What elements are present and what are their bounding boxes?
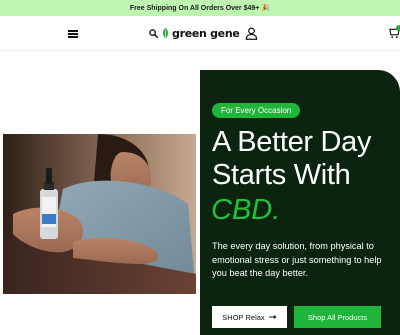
search-icon[interactable] <box>149 28 158 38</box>
hero-headline-accent: CBD. <box>211 194 281 226</box>
shop-all-products-label: Shop All Products <box>307 312 368 322</box>
occasion-badge: For Every Occasion <box>212 103 301 118</box>
account-icon[interactable] <box>245 27 258 40</box>
hero-image <box>3 134 196 294</box>
promo-text: Free Shipping On All Orders Over $49+ <box>129 4 260 12</box>
site-logo[interactable]: green gene <box>149 25 240 41</box>
shop-relax-button[interactable]: SHOP Relax <box>212 306 287 328</box>
promo-bar: Free Shipping On All Orders Over $49+ 🎉 <box>0 0 400 16</box>
shop-all-products-button[interactable]: Shop All Products <box>294 306 381 328</box>
menu-icon[interactable] <box>68 30 78 38</box>
party-popper-icon: 🎉 <box>261 5 271 12</box>
arrow-right-icon <box>268 315 277 319</box>
shop-relax-label: SHOP Relax <box>222 312 265 322</box>
cart-badge <box>396 25 400 31</box>
hero-headline: A Better Day Starts With <box>212 126 372 191</box>
site-header: green gene <box>0 16 400 51</box>
hero-description: The every day solution, from physical to… <box>212 241 382 278</box>
logo-text: green gene <box>172 26 240 40</box>
leaf-icon <box>162 27 169 39</box>
